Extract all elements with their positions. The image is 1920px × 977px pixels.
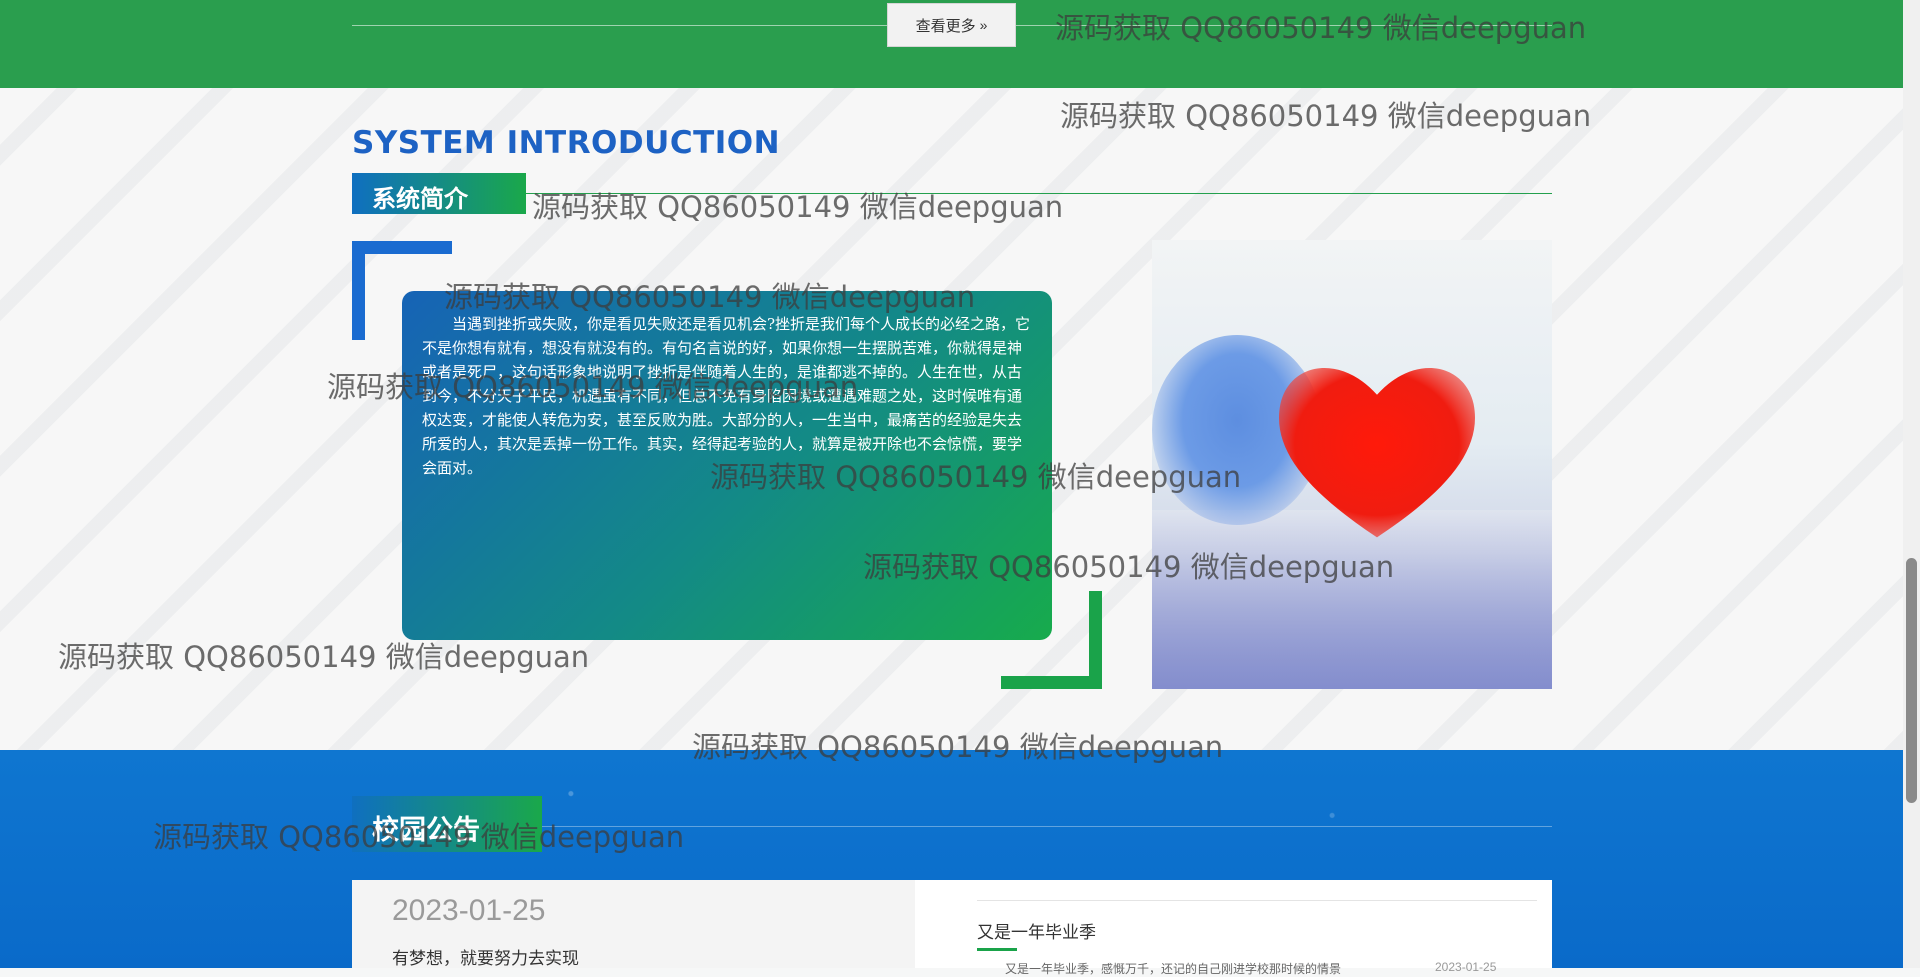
view-more-button[interactable]: 查看更多 » <box>887 3 1016 47</box>
intro-title-en: SYSTEM INTRODUCTION <box>352 125 781 161</box>
corner-decoration-top-left <box>352 241 452 254</box>
view-more-label: 查看更多 <box>915 17 976 35</box>
double-chevron-right-icon: » <box>979 17 988 33</box>
corner-decoration-bottom-right <box>1001 676 1102 689</box>
corner-decoration-top-left-vertical <box>352 241 365 340</box>
notice-title-badge: 校园公告 <box>352 796 542 852</box>
featured-notice-card[interactable]: 2023-01-25 有梦想，就要努力去实现 <box>352 880 915 968</box>
featured-notice-date: 2023-01-25 <box>392 894 546 927</box>
featured-notice-headline[interactable]: 有梦想，就要努力去实现 <box>392 944 579 969</box>
notice-section-title: 校园公告 <box>372 815 480 846</box>
intro-text-card: 当遇到挫折或失败，你是看见失败还是看见机会?挫折是我们每个人成长的必经之路，它不… <box>402 291 1052 640</box>
page-scrollbar[interactable] <box>1903 0 1920 968</box>
notice-item-date: 2023-01-25 <box>1435 960 1497 974</box>
notice-list-panel: 又是一年毕业季 又是一年毕业季，感慨万千，还记的自己刚进学校那时候的情景 202… <box>915 880 1552 976</box>
notice-item-snippet[interactable]: 又是一年毕业季，感慨万千，还记的自己刚进学校那时候的情景 <box>1005 960 1405 977</box>
notice-item-underline <box>977 948 1017 951</box>
intro-hearts-image <box>1152 240 1552 689</box>
notice-list-divider <box>977 900 1537 901</box>
intro-paragraph: 当遇到挫折或失败，你是看见失败还是看见机会?挫折是我们每个人成长的必经之路，它不… <box>422 315 1031 477</box>
scrollbar-thumb[interactable] <box>1906 558 1917 803</box>
red-heart-shape <box>1279 367 1475 538</box>
intro-title-badge: 系统简介 <box>352 173 526 214</box>
intro-title-cn: 系统简介 <box>372 185 468 213</box>
intro-title-rule <box>526 193 1552 194</box>
corner-decoration-bottom-right-vertical <box>1089 591 1102 689</box>
notice-item-title[interactable]: 又是一年毕业季 <box>977 918 1096 943</box>
